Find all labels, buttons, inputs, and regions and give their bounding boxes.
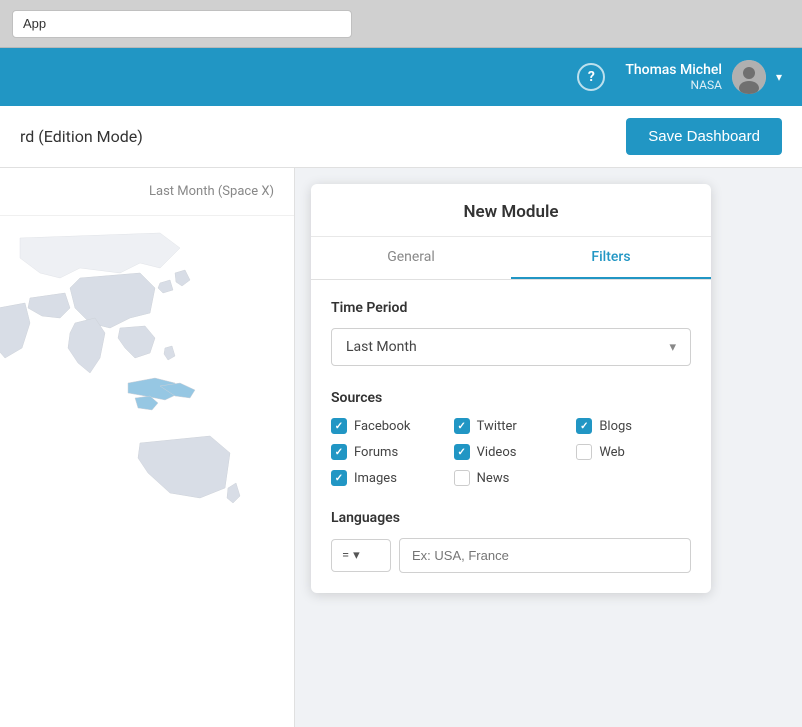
forums-label: Forums [354, 445, 398, 460]
videos-label: Videos [477, 445, 517, 460]
top-nav: ? Thomas Michel NASA ▾ [0, 48, 802, 106]
news-label: News [477, 471, 510, 486]
tab-filters[interactable]: Filters [511, 237, 711, 279]
news-checkbox[interactable] [454, 470, 470, 486]
user-name: Thomas Michel [625, 62, 722, 78]
browser-chrome [0, 0, 802, 48]
videos-checkbox[interactable] [454, 444, 470, 460]
user-info: Thomas Michel NASA [625, 62, 722, 92]
source-web[interactable]: Web [576, 444, 691, 460]
facebook-label: Facebook [354, 419, 410, 434]
source-blogs[interactable]: Blogs [576, 418, 691, 434]
forums-checkbox[interactable] [331, 444, 347, 460]
languages-label: Languages [331, 510, 691, 526]
source-twitter[interactable]: Twitter [454, 418, 569, 434]
source-forums[interactable]: Forums [331, 444, 446, 460]
user-menu[interactable]: Thomas Michel NASA ▾ [625, 60, 782, 94]
left-panel: Last Month (Space X) [0, 168, 295, 727]
source-facebook[interactable]: Facebook [331, 418, 446, 434]
facebook-checkbox[interactable] [331, 418, 347, 434]
sources-label: Sources [331, 390, 691, 406]
sources-grid: Facebook Twitter Blogs Forums [331, 418, 691, 486]
time-period-dropdown[interactable]: Last Month ▾ [331, 328, 691, 366]
modal-title: New Module [311, 184, 711, 237]
browser-url-input[interactable] [12, 10, 352, 38]
avatar [732, 60, 766, 94]
source-images[interactable]: Images [331, 470, 446, 486]
images-label: Images [354, 471, 397, 486]
source-news[interactable]: News [454, 470, 569, 486]
language-operator-dropdown[interactable]: = ▾ [331, 539, 391, 572]
time-period-label: Time Period [331, 300, 691, 316]
web-label: Web [599, 445, 625, 460]
modal-body: Time Period Last Month ▾ Sources Faceboo… [311, 280, 711, 593]
user-org: NASA [625, 78, 722, 92]
languages-row: = ▾ [331, 538, 691, 573]
toolbar: rd (Edition Mode) Save Dashboard [0, 106, 802, 168]
images-checkbox[interactable] [331, 470, 347, 486]
help-button[interactable]: ? [577, 63, 605, 91]
right-panel: New Module General Filters Time Period L… [295, 168, 802, 727]
blogs-label: Blogs [599, 419, 632, 434]
new-module-modal: New Module General Filters Time Period L… [311, 184, 711, 593]
twitter-label: Twitter [477, 419, 517, 434]
left-panel-filter-label: Last Month (Space X) [0, 168, 294, 216]
modal-tabs: General Filters [311, 237, 711, 280]
main-content: Last Month (Space X) [0, 168, 802, 727]
user-menu-chevron-icon: ▾ [776, 70, 782, 84]
operator-value: = [342, 548, 349, 563]
page-title: rd (Edition Mode) [20, 127, 143, 146]
tab-general[interactable]: General [311, 237, 511, 279]
map-visualization [0, 218, 295, 538]
operator-chevron-icon: ▾ [353, 548, 360, 563]
web-checkbox[interactable] [576, 444, 592, 460]
twitter-checkbox[interactable] [454, 418, 470, 434]
source-videos[interactable]: Videos [454, 444, 569, 460]
languages-input[interactable] [399, 538, 691, 573]
blogs-checkbox[interactable] [576, 418, 592, 434]
save-dashboard-button[interactable]: Save Dashboard [626, 118, 782, 155]
dropdown-arrow-icon: ▾ [669, 340, 676, 355]
time-period-value: Last Month [346, 339, 417, 355]
